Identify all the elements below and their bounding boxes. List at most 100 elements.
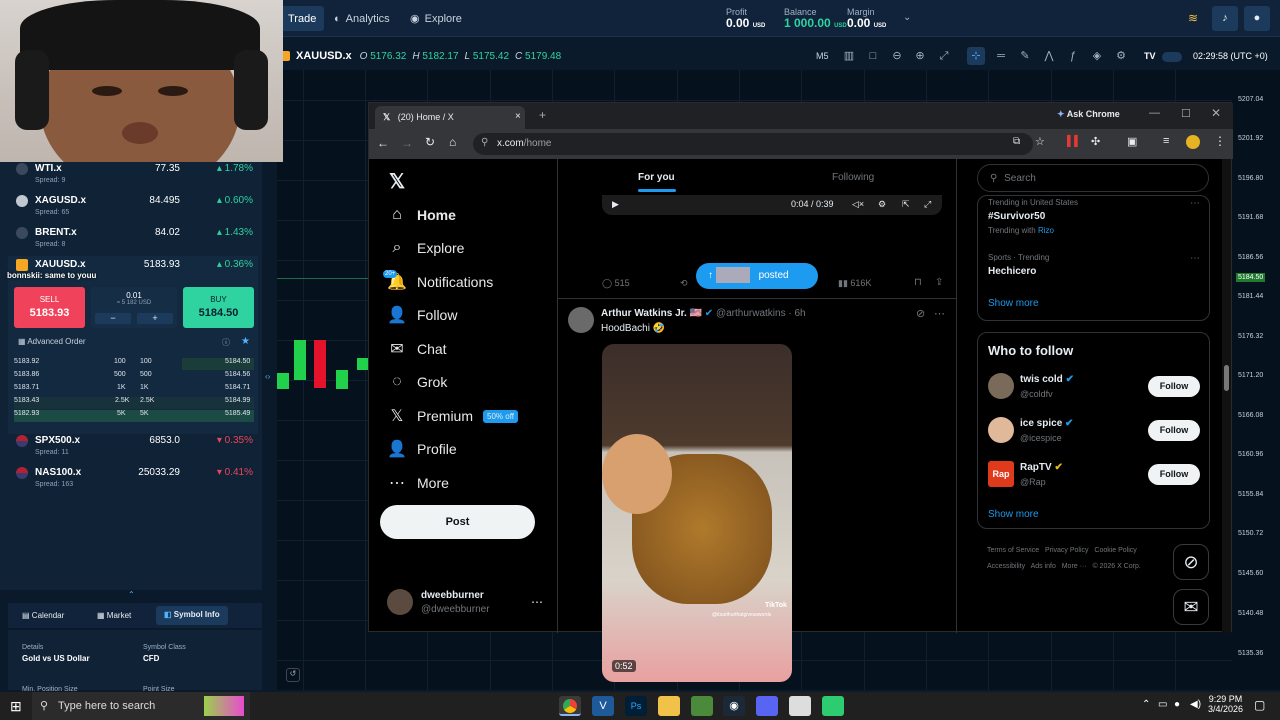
video-controls[interactable]: ▶ 0:04 / 0:39 ◁× ⚙ ⇱ ⤢: [602, 195, 942, 215]
close-tab-icon[interactable]: ×: [515, 111, 521, 122]
share-video-icon[interactable]: ⇱: [902, 199, 910, 210]
site-info-icon[interactable]: ⚲: [481, 137, 488, 148]
tab-symbol-info[interactable]: ◧ Symbol Info: [156, 606, 228, 625]
minus-button[interactable]: −: [95, 313, 131, 324]
fit-icon[interactable]: ⤢: [937, 49, 951, 63]
x-nav-follow[interactable]: 👤 Follow: [387, 302, 457, 328]
photoshop-app-icon[interactable]: Ps: [625, 696, 647, 716]
x-nav-profile[interactable]: 👤 Profile: [387, 436, 457, 462]
square-icon[interactable]: □: [866, 49, 880, 63]
tab-following[interactable]: Following: [832, 172, 874, 183]
maximize-icon[interactable]: ☐: [1181, 107, 1191, 120]
advanced-order-toggle[interactable]: ▦ Advanced Order: [18, 337, 86, 346]
url-input[interactable]: ⚲ x.com/home: [473, 133, 1033, 155]
vscode-app-icon[interactable]: V: [592, 696, 614, 716]
share-icon[interactable]: ⇪: [935, 277, 943, 288]
watchlist-row[interactable]: WTI.x Spread: 9 77.35 ▴ 1.78%: [8, 160, 258, 192]
x-nav-home[interactable]: ⌂ Home: [387, 202, 456, 228]
suggestion-avatar[interactable]: [988, 373, 1014, 399]
author-avatar[interactable]: [568, 307, 594, 333]
play-icon[interactable]: ▶: [612, 199, 619, 210]
nav-analytics[interactable]: ◐ Analytics: [326, 6, 398, 31]
quantity-stepper[interactable]: 0.01 ≈ 5 182 USD − +: [91, 287, 177, 328]
raptv-logo[interactable]: Rap: [988, 461, 1014, 487]
tab-market[interactable]: ▦ Market: [97, 611, 131, 620]
x-nav-grok[interactable]: ◌ Grok: [387, 369, 447, 395]
grok-tweet-icon[interactable]: ⊘: [916, 307, 925, 320]
steam-app-icon[interactable]: ◉: [723, 696, 745, 716]
follow-button[interactable]: Follow: [1148, 376, 1200, 397]
media-icon[interactable]: ▣: [1127, 135, 1137, 148]
grok-float-icon[interactable]: ⊘: [1173, 544, 1209, 580]
plus-button[interactable]: +: [137, 313, 173, 324]
repost-icon[interactable]: ⟲: [680, 278, 688, 289]
watchlist-row[interactable]: BRENT.x Spread: 8 84.02 ▴ 1.43%: [8, 224, 258, 256]
post-button[interactable]: Post: [380, 505, 535, 539]
bookmark-icon[interactable]: ⊓: [914, 277, 922, 288]
nav-trade[interactable]: Trade: [280, 6, 325, 31]
nav-explore[interactable]: ◉ Explore: [402, 6, 470, 31]
trend-item[interactable]: #Survivor50: [988, 211, 1045, 222]
line-icon[interactable]: ═: [994, 49, 1008, 63]
forward-icon[interactable]: →: [401, 136, 413, 150]
crosshair-icon[interactable]: ⊹: [967, 47, 985, 65]
account-name[interactable]: dweebburner: [421, 590, 484, 601]
reading-list-icon[interactable]: ≡: [1163, 135, 1169, 147]
theme-toggle[interactable]: [1162, 52, 1182, 62]
reply-count[interactable]: ◯ 515: [602, 278, 630, 289]
messages-float-icon[interactable]: ✉: [1173, 589, 1209, 625]
file-explorer-icon[interactable]: [658, 696, 680, 716]
x-nav-more[interactable]: ⋯ More: [387, 470, 449, 496]
menu-dots-icon[interactable]: ⋮: [1214, 134, 1226, 148]
sell-button[interactable]: SELL 5183.93: [14, 287, 85, 328]
profile-avatar[interactable]: [1186, 135, 1200, 149]
windows-start-icon[interactable]: ⊞: [10, 698, 22, 715]
notifications-icon[interactable]: ▢: [1254, 698, 1265, 712]
tray-chevron-icon[interactable]: ⌃: [1142, 699, 1150, 710]
microphone-icon[interactable]: ●: [1174, 699, 1180, 710]
buy-button[interactable]: BUY 5184.50: [183, 287, 254, 328]
install-icon[interactable]: ⧉: [1013, 136, 1020, 147]
new-posts-pill[interactable]: ↑ posted: [696, 263, 818, 289]
discord-app-icon[interactable]: [756, 696, 778, 716]
zoom-in-icon[interactable]: ⊕: [913, 49, 927, 63]
function-icon[interactable]: ƒ: [1066, 49, 1080, 63]
trend-menu-icon[interactable]: ⋯: [1190, 198, 1200, 209]
x-nav-premium[interactable]: 𝕏 Premium 50% off: [387, 403, 518, 429]
watchlist-row[interactable]: XAGUSD.x Spread: 65 84.495 ▴ 0.60%: [8, 192, 258, 224]
symbol-name[interactable]: XAUUSD.x: [296, 50, 352, 62]
tweet-video[interactable]: TikTok @itsarthurthatgivesawords 0:52: [602, 344, 792, 682]
tab-calendar[interactable]: ▤ Calendar: [22, 611, 64, 620]
follow-button[interactable]: Follow: [1148, 464, 1200, 485]
fullscreen-icon[interactable]: ⤢: [924, 199, 931, 210]
back-icon[interactable]: ←: [377, 136, 389, 150]
network-icon[interactable]: ▭: [1158, 699, 1167, 710]
collapse-panel-icon[interactable]: ‹›: [265, 372, 270, 381]
ask-chrome-button[interactable]: ✦ Ask Chrome: [1057, 109, 1120, 120]
volume-icon[interactable]: ◁×: [852, 199, 864, 210]
extension-icon[interactable]: ▌▌: [1067, 136, 1081, 147]
show-more-trends[interactable]: Show more: [988, 298, 1039, 309]
x-nav-notifications[interactable]: 🔔 Notifications: [387, 269, 493, 295]
bell-icon[interactable]: ♪: [1212, 6, 1238, 31]
x-nav-explore[interactable]: ⌕ Explore: [387, 235, 465, 261]
app-icon[interactable]: [789, 696, 811, 716]
account-menu-icon[interactable]: ⋯: [531, 595, 543, 609]
candles-icon[interactable]: ▥: [842, 49, 856, 63]
home-icon[interactable]: ⌂: [449, 135, 456, 149]
tab-for-you[interactable]: For you: [638, 172, 675, 183]
watchlist-row[interactable]: NAS100.x Spread: 163 25033.29 ▾ 0.41%: [8, 464, 258, 496]
trend-item[interactable]: Hechicero: [988, 266, 1036, 277]
tweet-menu-icon[interactable]: ⋯: [934, 307, 945, 320]
timeframe-button[interactable]: M5: [816, 51, 829, 61]
info-icon[interactable]: ⓘ: [222, 337, 230, 348]
user-icon[interactable]: ●: [1244, 6, 1270, 31]
chrome-app-icon[interactable]: [559, 696, 581, 716]
trend-menu-icon[interactable]: ⋯: [1190, 253, 1200, 264]
bookmark-star-icon[interactable]: ☆: [1035, 135, 1045, 148]
show-more-follow[interactable]: Show more: [988, 509, 1039, 520]
taskbar-clock[interactable]: 9:29 PM 3/4/2026: [1208, 694, 1243, 714]
x-search-input[interactable]: ⚲ Search: [977, 164, 1209, 192]
minimize-icon[interactable]: —: [1149, 107, 1160, 119]
app-icon[interactable]: [822, 696, 844, 716]
